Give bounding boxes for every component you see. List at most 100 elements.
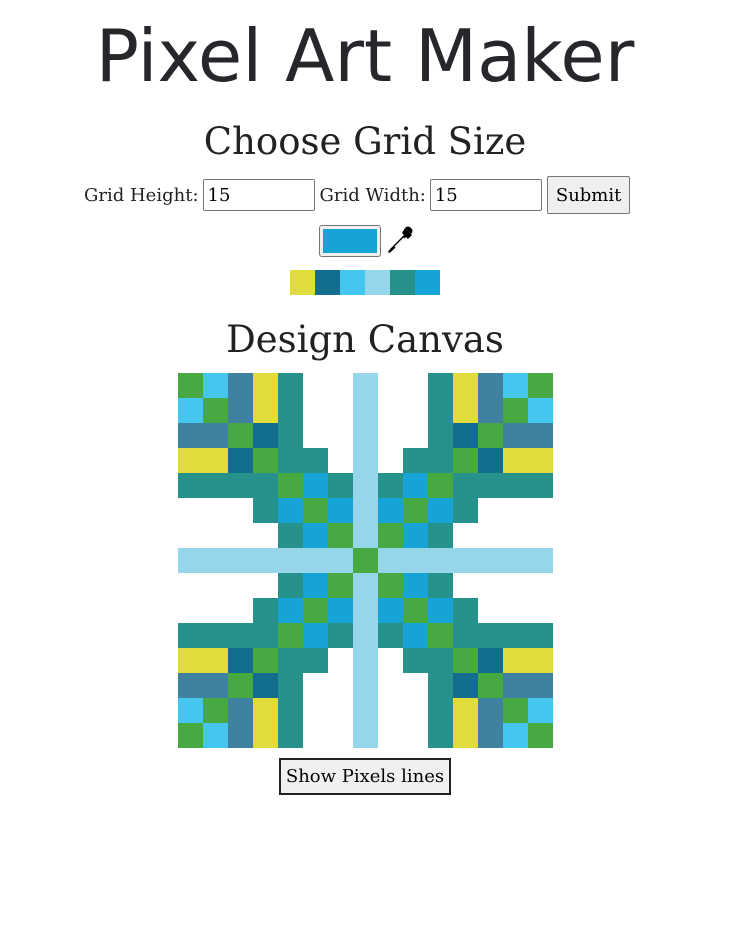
pixel-cell[interactable] xyxy=(478,598,503,623)
palette-swatch[interactable] xyxy=(290,270,315,295)
pixel-cell[interactable] xyxy=(453,573,478,598)
pixel-cell[interactable] xyxy=(353,473,378,498)
pixel-cell[interactable] xyxy=(253,523,278,548)
pixel-cell[interactable] xyxy=(203,373,228,398)
pixel-cell[interactable] xyxy=(228,673,253,698)
pixel-cell[interactable] xyxy=(328,498,353,523)
pixel-cell[interactable] xyxy=(378,623,403,648)
pixel-cell[interactable] xyxy=(378,648,403,673)
pixel-cell[interactable] xyxy=(528,723,553,748)
pixel-cell[interactable] xyxy=(353,548,378,573)
pixel-cell[interactable] xyxy=(328,698,353,723)
pixel-cell[interactable] xyxy=(278,623,303,648)
pixel-cell[interactable] xyxy=(378,598,403,623)
pixel-cell[interactable] xyxy=(353,723,378,748)
pixel-cell[interactable] xyxy=(278,498,303,523)
pixel-cell[interactable] xyxy=(328,623,353,648)
pixel-cell[interactable] xyxy=(303,673,328,698)
pixel-cell[interactable] xyxy=(178,448,203,473)
pixel-cell[interactable] xyxy=(353,448,378,473)
pixel-cell[interactable] xyxy=(503,423,528,448)
pixel-cell[interactable] xyxy=(378,498,403,523)
pixel-cell[interactable] xyxy=(428,498,453,523)
pixel-cell[interactable] xyxy=(328,448,353,473)
pixel-cell[interactable] xyxy=(403,598,428,623)
pixel-cell[interactable] xyxy=(478,723,503,748)
pixel-cell[interactable] xyxy=(503,473,528,498)
grid-width-input[interactable] xyxy=(429,179,542,211)
pixel-cell[interactable] xyxy=(503,673,528,698)
pixel-cell[interactable] xyxy=(378,398,403,423)
pixel-cell[interactable] xyxy=(278,548,303,573)
pixel-cell[interactable] xyxy=(403,423,428,448)
pixel-cell[interactable] xyxy=(253,598,278,623)
pixel-cell[interactable] xyxy=(478,698,503,723)
pixel-cell[interactable] xyxy=(528,498,553,523)
pixel-cell[interactable] xyxy=(403,448,428,473)
pixel-cell[interactable] xyxy=(278,373,303,398)
pixel-cell[interactable] xyxy=(253,573,278,598)
pixel-cell[interactable] xyxy=(428,423,453,448)
pixel-cell[interactable] xyxy=(228,373,253,398)
pixel-cell[interactable] xyxy=(353,498,378,523)
pixel-cell[interactable] xyxy=(278,723,303,748)
pixel-cell[interactable] xyxy=(228,573,253,598)
pixel-cell[interactable] xyxy=(203,548,228,573)
pixel-cell[interactable] xyxy=(453,498,478,523)
pixel-cell[interactable] xyxy=(278,573,303,598)
pixel-cell[interactable] xyxy=(353,648,378,673)
pixel-cell[interactable] xyxy=(378,373,403,398)
pixel-cell[interactable] xyxy=(428,598,453,623)
pixel-cell[interactable] xyxy=(203,598,228,623)
pixel-cell[interactable] xyxy=(453,398,478,423)
pixel-cell[interactable] xyxy=(353,523,378,548)
pixel-cell[interactable] xyxy=(228,398,253,423)
pixel-cell[interactable] xyxy=(328,648,353,673)
pixel-cell[interactable] xyxy=(328,548,353,573)
pixel-cell[interactable] xyxy=(428,623,453,648)
pixel-cell[interactable] xyxy=(353,573,378,598)
pixel-cell[interactable] xyxy=(528,673,553,698)
pixel-cell[interactable] xyxy=(403,723,428,748)
pixel-cell[interactable] xyxy=(503,648,528,673)
pixel-cell[interactable] xyxy=(178,673,203,698)
pixel-cell[interactable] xyxy=(403,698,428,723)
pixel-cell[interactable] xyxy=(178,648,203,673)
pixel-cell[interactable] xyxy=(228,423,253,448)
pixel-cell[interactable] xyxy=(303,623,328,648)
pixel-cell[interactable] xyxy=(528,573,553,598)
pixel-cell[interactable] xyxy=(428,473,453,498)
pixel-cell[interactable] xyxy=(503,548,528,573)
pixel-cell[interactable] xyxy=(403,498,428,523)
pixel-cell[interactable] xyxy=(253,723,278,748)
pixel-cell[interactable] xyxy=(303,448,328,473)
pixel-cell[interactable] xyxy=(403,548,428,573)
pixel-cell[interactable] xyxy=(178,498,203,523)
pixel-cell[interactable] xyxy=(478,398,503,423)
pixel-cell[interactable] xyxy=(403,623,428,648)
pixel-cell[interactable] xyxy=(253,648,278,673)
eyedropper-icon[interactable] xyxy=(386,226,414,256)
pixel-cell[interactable] xyxy=(503,573,528,598)
pixel-cell[interactable] xyxy=(403,648,428,673)
pixel-cell[interactable] xyxy=(303,723,328,748)
pixel-cell[interactable] xyxy=(303,523,328,548)
pixel-cell[interactable] xyxy=(203,673,228,698)
submit-button[interactable]: Submit xyxy=(546,176,631,214)
pixel-cell[interactable] xyxy=(178,523,203,548)
pixel-cell[interactable] xyxy=(303,573,328,598)
pixel-cell[interactable] xyxy=(203,698,228,723)
pixel-cell[interactable] xyxy=(428,698,453,723)
pixel-cell[interactable] xyxy=(328,523,353,548)
pixel-cell[interactable] xyxy=(278,523,303,548)
pixel-cell[interactable] xyxy=(303,398,328,423)
pixel-cell[interactable] xyxy=(178,373,203,398)
pixel-cell[interactable] xyxy=(228,498,253,523)
pixel-cell[interactable] xyxy=(303,498,328,523)
pixel-cell[interactable] xyxy=(228,598,253,623)
pixel-cell[interactable] xyxy=(453,698,478,723)
palette-swatch[interactable] xyxy=(315,270,340,295)
pixel-cell[interactable] xyxy=(203,423,228,448)
pixel-cell[interactable] xyxy=(303,423,328,448)
pixel-cell[interactable] xyxy=(428,548,453,573)
